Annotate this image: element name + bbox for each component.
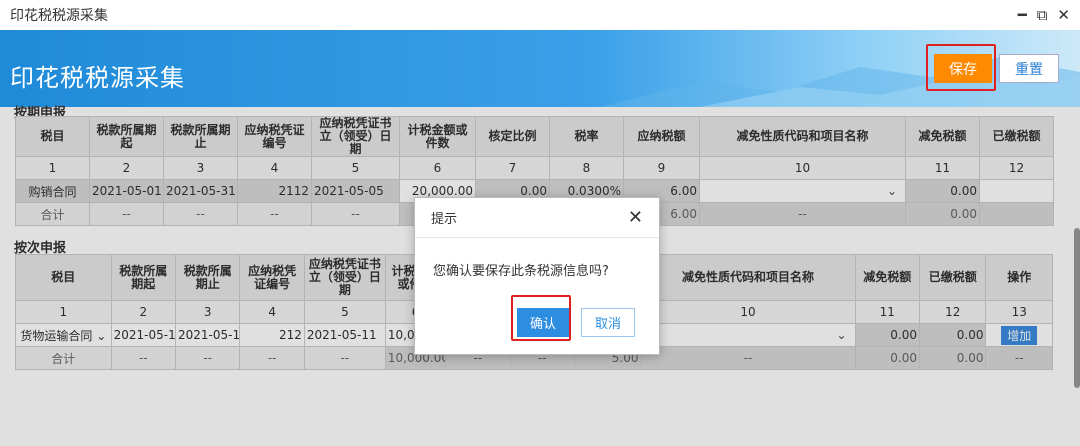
page-header: 印花税税源采集 保存 重置	[0, 30, 1080, 107]
close-icon[interactable]: ✕	[628, 207, 643, 228]
minimize-icon[interactable]: ━	[1018, 7, 1027, 23]
window-controls: ━ ⧉ ✕	[1018, 7, 1070, 23]
confirm-highlight	[511, 295, 571, 341]
window-title: 印花税税源采集	[10, 8, 108, 24]
dialog-title: 提示	[431, 212, 458, 227]
cancel-button[interactable]: 取消	[581, 308, 635, 337]
maximize-icon[interactable]: ⧉	[1037, 7, 1048, 23]
page-title: 印花税税源采集	[10, 64, 185, 92]
reset-button[interactable]: 重置	[999, 54, 1059, 83]
dialog-header: 提示 ✕	[415, 198, 659, 238]
save-highlight	[926, 44, 996, 91]
close-icon[interactable]: ✕	[1057, 7, 1070, 23]
dialog-message: 您确认要保存此条税源信息吗?	[433, 264, 609, 279]
window-titlebar: 印花税税源采集 ━ ⧉ ✕	[0, 0, 1080, 30]
